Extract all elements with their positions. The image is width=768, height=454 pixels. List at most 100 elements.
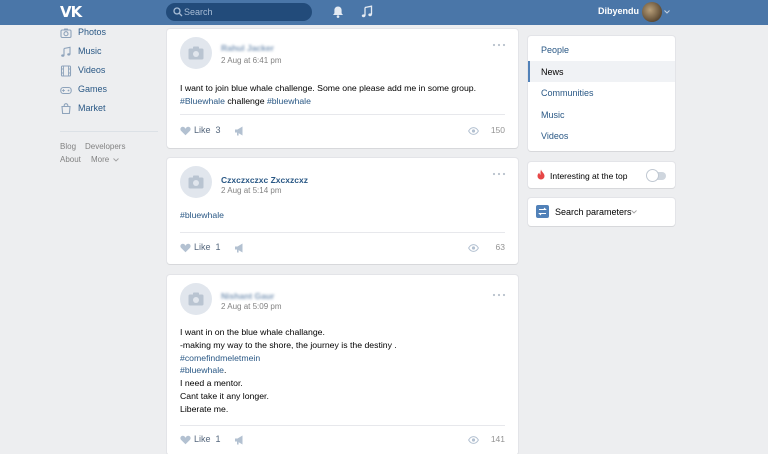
post-author-avatar[interactable] [180,166,212,198]
footer-link-developers[interactable]: Developers [85,142,125,151]
camera-icon [188,175,204,189]
share-icon[interactable] [234,126,245,136]
news-post: Czxczxczxc Zxcxzcxz 2 Aug at 5:14 pm #bl… [167,158,518,264]
camera-icon [188,292,204,306]
sidebar-item-games[interactable]: Games [60,82,160,98]
hashtag-link[interactable]: #bluewhale [180,210,224,220]
interesting-label: Interesting at the top [550,171,628,181]
post-date[interactable]: 2 Aug at 5:09 pm [221,302,282,311]
chevron-down-icon [631,210,637,214]
sidebar-item-label: Photos [78,27,107,37]
camera-icon [188,46,204,60]
filter-item-label: Videos [541,131,569,141]
post-text-line: Liberate me. [180,403,500,416]
hashtag-link[interactable]: #Bluewhale [180,96,225,106]
post-actions: Like 1 63 [180,241,505,255]
more-options-icon[interactable] [492,172,506,176]
user-name[interactable]: Dibyendu [598,6,639,16]
sidebar-item-label: Games [78,84,108,94]
hashtag-link[interactable]: #comefindmeletmein [180,353,260,363]
search-parameters-label: Search parameters [555,207,632,217]
like-button[interactable]: Like 3 [180,125,222,137]
market-icon [61,103,71,115]
post-actions: Like 3 150 [180,124,505,138]
music-player-icon[interactable] [360,5,374,19]
filter-item-label: Music [541,110,565,120]
post-text-segment: Liberate me. [180,403,229,414]
news-post: Nishant Gaur 2 Aug at 5:09 pm I want in … [167,275,518,454]
sidebar-divider [60,131,158,132]
footer-link-more[interactable]: More [91,155,109,164]
share-icon[interactable] [234,243,245,253]
search-parameters-row[interactable]: Search parameters [528,198,675,226]
views-count: 150 [468,125,505,135]
search-input[interactable] [184,4,304,20]
like-label: Like [194,125,211,135]
post-divider [180,232,505,233]
notifications-bell-icon[interactable] [331,5,345,19]
vk-logo[interactable]: VK [60,3,82,21]
videos-icon [60,65,72,77]
sidebar-item-label: Market [78,103,106,113]
post-text-segment: I need a mentor. [180,378,243,389]
post-date[interactable]: 2 Aug at 6:41 pm [221,56,282,65]
views-number: 141 [490,434,505,444]
heart-icon [180,243,191,253]
sidebar-item-photos[interactable]: Photos [60,25,160,41]
post-text-line: Cant take it any longer. [180,390,500,403]
post-text-line: -making my way to the shore, the journey… [180,339,500,352]
filter-item-people[interactable]: People [528,39,675,60]
post-text-line: I want to join blue whale challenge. Som… [180,82,500,95]
more-options-icon[interactable] [492,43,506,47]
post-text: I want in on the blue whale challange. -m… [180,326,500,416]
post-author-avatar[interactable] [180,283,212,315]
post-author-name[interactable]: Czxczxczxc Zxcxzcxz [221,175,308,185]
search-icon [173,7,183,17]
filter-item-music[interactable]: Music [528,104,675,125]
fire-icon [537,169,545,180]
like-count: 1 [215,242,221,252]
views-number: 150 [490,125,505,135]
user-avatar[interactable] [642,2,662,22]
post-date[interactable]: 2 Aug at 5:14 pm [221,186,282,195]
eye-icon [468,127,479,135]
footer-link-about[interactable]: About [60,155,81,164]
footer-link-blog[interactable]: Blog [60,142,76,151]
post-author-avatar[interactable] [180,37,212,69]
post-text-line: #bluewhale [180,209,500,222]
post-text-segment: Cant take it any longer. [180,390,269,401]
post-text-segment: -making my way to the shore, the journey… [180,339,397,350]
eye-icon [468,244,479,252]
sidebar-item-videos[interactable]: Videos [60,63,160,79]
photos-icon [60,28,72,39]
sidebar-item-market[interactable]: Market [60,101,160,117]
search-box[interactable] [166,3,312,21]
post-author-name[interactable]: Nishant Gaur [221,291,274,301]
chevron-down-icon[interactable] [664,10,670,14]
filter-settings-icon [536,205,549,218]
filter-item-communities[interactable]: Communities [528,82,675,103]
views-count: 63 [468,242,505,252]
chevron-down-icon[interactable] [113,158,119,162]
heart-icon [180,435,191,445]
more-options-icon[interactable] [492,293,506,297]
like-count: 1 [215,434,221,444]
like-button[interactable]: Like 1 [180,242,222,254]
post-text-segment: . [223,365,227,376]
filter-item-news[interactable]: News [528,61,675,82]
post-author-name[interactable]: Rahul Jacker [221,43,274,53]
post-divider [180,425,505,426]
filter-item-videos[interactable]: Videos [528,125,675,146]
hashtag-link[interactable]: #bluewhale [180,365,224,375]
games-icon [60,86,72,95]
sidebar-item-music[interactable]: Music [60,44,160,60]
filter-item-label: Communities [541,88,594,98]
interesting-toggle[interactable] [647,170,666,181]
post-text-line: #comefindmeletmein [180,352,500,365]
interesting-at-top-row[interactable]: Interesting at the top [528,162,675,188]
like-button[interactable]: Like 1 [180,434,222,446]
hashtag-link[interactable]: #bluewhale [267,96,311,106]
post-text-line: #bluewhale. [180,364,500,377]
like-label: Like [194,434,211,444]
share-icon[interactable] [234,435,245,445]
